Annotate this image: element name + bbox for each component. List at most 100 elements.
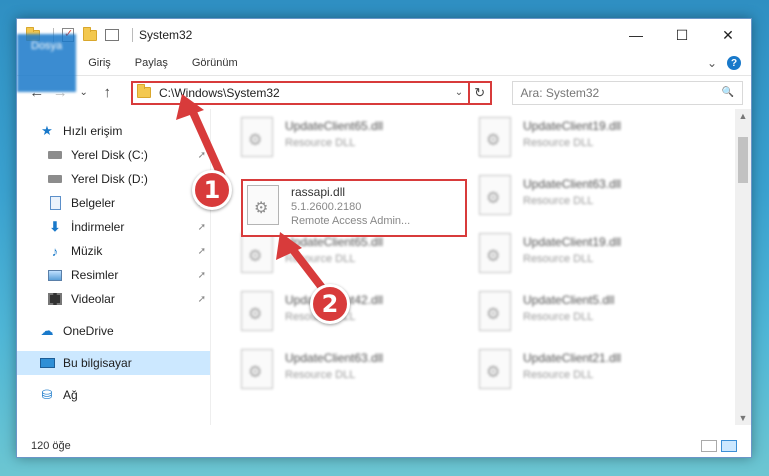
file-type: Resource DLL	[285, 253, 356, 265]
sidebar-item-label: Bu bilgisayar	[63, 356, 132, 370]
music-icon: ♪	[51, 243, 59, 259]
sidebar-item-onedrive[interactable]: ☁ OneDrive	[17, 319, 210, 343]
navigation-pane: ★ Hızlı erişim Yerel Disk (C:) ➚ Yerel D…	[17, 109, 211, 425]
sidebar-item-documents[interactable]: Belgeler ➚	[17, 191, 210, 215]
help-icon[interactable]: ?	[727, 56, 741, 70]
file-version: 5.1.2600.2180	[291, 201, 362, 213]
sidebar-item-label: Yerel Disk (D:)	[71, 172, 148, 186]
list-item[interactable]: UpdateClient42.dllResource DLL	[241, 291, 479, 349]
sidebar-item-label: OneDrive	[63, 324, 114, 338]
sidebar-item-local-disk-d[interactable]: Yerel Disk (D:) ➚	[17, 167, 210, 191]
close-button[interactable]: ✕	[705, 19, 751, 51]
sidebar-item-downloads[interactable]: ⬇ İndirmeler ➚	[17, 215, 210, 239]
sidebar-item-label: Ağ	[63, 388, 78, 402]
sidebar-item-label: Yerel Disk (C:)	[71, 148, 148, 162]
sidebar-item-quick-access[interactable]: ★ Hızlı erişim	[17, 119, 210, 143]
sidebar-item-pictures[interactable]: Resimler ➚	[17, 263, 210, 287]
tiles-view-icon[interactable]	[721, 440, 737, 452]
sidebar-item-videos[interactable]: Videolar ➚	[17, 287, 210, 311]
list-item[interactable]: UpdateClient63.dll Resource DLL	[241, 349, 479, 407]
dll-file-icon	[479, 175, 511, 215]
divider	[132, 28, 133, 42]
dll-file-icon	[479, 291, 511, 331]
file-type: Resource DLL	[523, 137, 594, 149]
address-dropdown-icon[interactable]: ⌄	[450, 87, 468, 98]
tab-home[interactable]: Giriş	[76, 51, 123, 75]
file-type: Resource DLL	[523, 253, 594, 265]
tab-share[interactable]: Paylaş	[123, 51, 180, 75]
tab-file[interactable]: Dosya	[17, 34, 77, 92]
file-name: UpdateClient63.dll	[523, 177, 622, 191]
details-view-icon[interactable]	[701, 440, 717, 452]
step-badge-2: 2	[310, 284, 350, 324]
star-icon: ★	[41, 123, 53, 138]
window-title: System32	[139, 28, 193, 42]
sidebar-item-music[interactable]: ♪ Müzik ➚	[17, 239, 210, 263]
step-badge-1: 1	[192, 170, 232, 210]
cloud-icon: ☁	[40, 323, 54, 338]
main-area: ★ Hızlı erişim Yerel Disk (C:) ➚ Yerel D…	[17, 109, 751, 425]
pin-icon[interactable]: ➚	[198, 294, 206, 305]
sidebar-item-label: Resimler	[71, 268, 119, 282]
dll-file-icon	[247, 185, 279, 225]
network-icon: ⛁	[41, 387, 53, 402]
file-name: rassapi.dll	[291, 185, 346, 199]
dll-file-icon	[479, 349, 511, 389]
vertical-scrollbar[interactable]: ▲ ▼	[735, 109, 751, 425]
sidebar-item-local-disk-c[interactable]: Yerel Disk (C:) ➚	[17, 143, 210, 167]
folder-icon	[137, 84, 151, 98]
list-item[interactable]: UpdateClient19.dll Resource DLL	[479, 117, 717, 175]
dll-file-icon	[241, 291, 273, 331]
navigation-bar: ← → ⌄ ↑ C:\Windows\System32 ⌄ ↻ Ara: Sys…	[17, 75, 751, 109]
title-bar: System32 — ☐ ✕	[17, 19, 751, 51]
scrollbar-thumb[interactable]	[738, 137, 748, 183]
pictures-icon	[47, 268, 63, 282]
list-item[interactable]: UpdateClient19.dll Resource DLL	[479, 233, 717, 291]
expand-ribbon-icon[interactable]: ⌄	[707, 56, 717, 70]
dll-file-icon	[479, 117, 511, 157]
item-count: 120 öğe	[31, 440, 71, 452]
minimize-button[interactable]: —	[613, 19, 659, 51]
address-path[interactable]: C:\Windows\System32	[159, 86, 450, 100]
file-name: UpdateClient19.dll	[523, 119, 622, 133]
ribbon-tabs: Dosya Giriş Paylaş Görünüm ⌄ ?	[17, 34, 751, 92]
list-item[interactable]: UpdateClient65.dll Resource DLL	[241, 233, 479, 291]
sidebar-item-this-pc[interactable]: Bu bilgisayar	[17, 351, 210, 375]
tab-view[interactable]: Görünüm	[180, 51, 250, 75]
sidebar-item-label: Hızlı erişim	[63, 124, 123, 138]
file-name: UpdateClient19.dll	[523, 235, 622, 249]
pin-icon[interactable]: ➚	[198, 246, 206, 257]
highlighted-file-rassapi[interactable]: rassapi.dll 5.1.2600.2180 Remote Access …	[241, 179, 467, 237]
videos-icon	[47, 292, 63, 306]
file-name: UpdateClient21.dll	[523, 351, 622, 365]
sidebar-item-label: Belgeler	[71, 196, 116, 210]
pin-icon[interactable]: ➚	[198, 270, 206, 281]
file-type: Resource DLL	[523, 195, 594, 207]
list-item[interactable]: UpdateClient65.dll Resource DLL	[241, 117, 479, 175]
customize-toolbar-icon[interactable]	[104, 27, 120, 43]
new-folder-icon[interactable]	[82, 26, 98, 43]
search-input[interactable]: Ara: System32 🔍	[511, 80, 743, 105]
pin-icon[interactable]: ➚	[198, 150, 206, 161]
pin-icon[interactable]: ➚	[198, 222, 206, 233]
maximize-button[interactable]: ☐	[659, 19, 705, 51]
address-bar[interactable]: C:\Windows\System32 ⌄	[131, 80, 470, 105]
sidebar-item-label: İndirmeler	[71, 220, 125, 234]
status-bar: 120 öğe	[17, 435, 751, 457]
search-placeholder: Ara: System32	[520, 85, 600, 100]
file-type: Resource DLL	[523, 311, 594, 323]
file-name: UpdateClient63.dll	[285, 351, 384, 365]
file-type: Resource DLL	[285, 369, 356, 381]
sidebar-item-network[interactable]: ⛁ Ağ	[17, 383, 210, 407]
list-item[interactable]: UpdateClient21.dll Resource DLL	[479, 349, 717, 407]
drive-icon	[47, 148, 63, 162]
sidebar-item-label: Müzik	[71, 244, 103, 258]
list-item[interactable]: UpdateClient5.dll Resource DLL	[479, 291, 717, 349]
scroll-down-icon[interactable]: ▼	[735, 413, 751, 423]
scroll-up-icon[interactable]: ▲	[735, 111, 751, 121]
up-button[interactable]: ↑	[96, 84, 120, 101]
drive-icon	[47, 172, 63, 186]
list-item[interactable]: UpdateClient63.dll Resource DLL	[479, 175, 717, 233]
search-icon[interactable]: 🔍	[722, 87, 734, 98]
refresh-button[interactable]: ↻	[469, 80, 492, 105]
